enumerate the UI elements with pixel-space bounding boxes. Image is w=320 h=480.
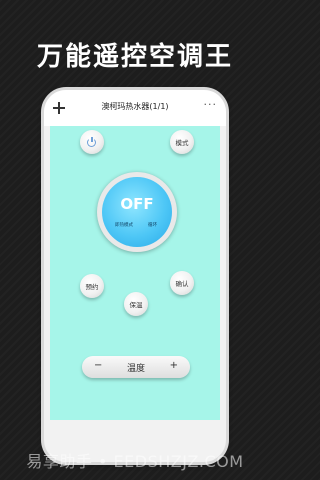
schedule-button[interactable]: 预约 <box>80 274 104 298</box>
mode-button[interactable]: 模式 <box>170 130 194 154</box>
confirm-button[interactable]: 确认 <box>170 271 194 295</box>
more-icon[interactable]: ··· <box>204 99 218 110</box>
temperature-control: − 温度 + <box>82 356 190 378</box>
device-title: 澳柯玛热水器(1/1) <box>101 102 169 111</box>
watermark: 易享助手 • EEDSHZJZ.COM <box>26 452 244 471</box>
power-icon <box>87 137 97 147</box>
power-state-text: OFF <box>120 195 154 213</box>
status-dial: OFF 即热模式 循环 <box>97 172 177 252</box>
phone-frame: 澳柯玛热水器(1/1) ··· 模式 OFF 即热模式 循环 预约 确认 保温 … <box>44 90 226 462</box>
promo-headline: 万能遥控空调王 <box>36 42 233 72</box>
plus-icon[interactable] <box>52 101 66 115</box>
status-display: OFF 即热模式 循环 <box>102 177 172 247</box>
temperature-plus-button[interactable]: + <box>170 360 178 371</box>
app-top-bar: 澳柯玛热水器(1/1) ··· <box>44 90 226 126</box>
cycle-text: 循环 <box>148 223 157 228</box>
remote-panel: 模式 OFF 即热模式 循环 预约 确认 保温 − 温度 + <box>50 126 220 420</box>
mode-text: 即热模式 <box>115 223 133 228</box>
keep-warm-button[interactable]: 保温 <box>124 292 148 316</box>
power-button[interactable] <box>80 130 104 154</box>
